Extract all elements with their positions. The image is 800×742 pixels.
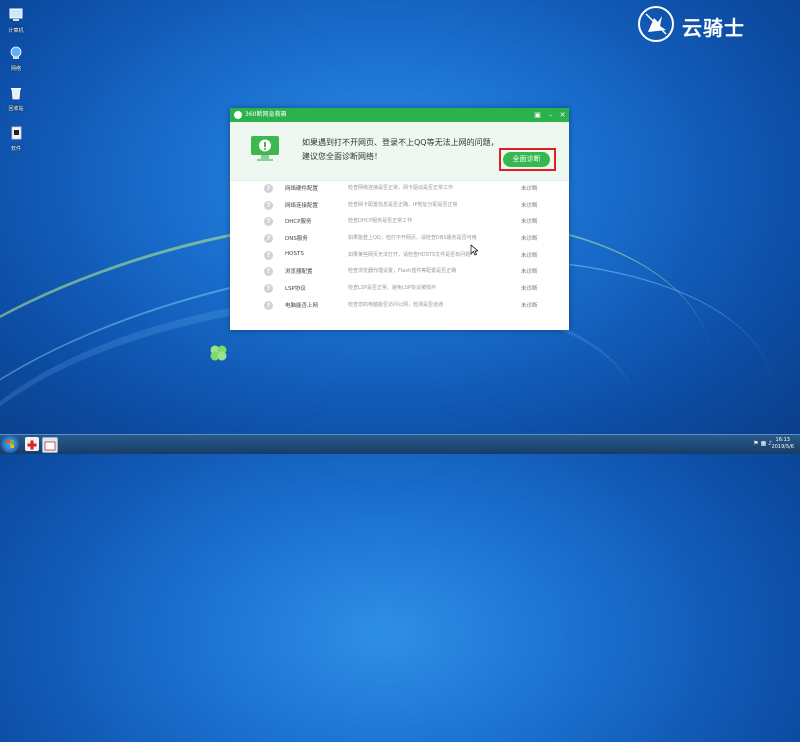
close-button[interactable]: ✕: [557, 109, 568, 121]
item-description: 如果某些网页无法打开，请检查HOSTS文件是否有问题: [348, 251, 471, 258]
item-name: HOSTS: [285, 250, 304, 257]
desktop-icon-label: 软件: [10, 146, 21, 152]
desktop-icon-label: 网络: [10, 66, 21, 72]
list-item: ? DNS服务 如果能登上QQ，但打不开网页，请检查DNS服务是否可用 未诊断: [260, 230, 560, 247]
question-icon: ?: [264, 284, 273, 294]
item-status: 未诊断: [521, 219, 538, 226]
item-name: DNS服务: [285, 236, 308, 243]
list-item: ? 电脑能否上网 检查您的电脑能否访问公网，检测是否连通 未诊断: [260, 297, 560, 314]
item-description: 检查网络连接是否正常，网卡驱动是否正常工作: [348, 185, 454, 191]
diagnosis-list: ? 网络硬件配置 检查网络连接是否正常，网卡驱动是否正常工作 未诊断 ? 网络连…: [260, 180, 560, 314]
question-icon: ?: [264, 234, 273, 244]
app-window-icon: [44, 441, 56, 451]
watermark-text: 云骑士: [682, 16, 745, 40]
network-tray-icon: ▦: [760, 440, 767, 447]
minimize-icon: –: [548, 111, 553, 119]
recycle-bin-icon: [11, 88, 21, 100]
watermark: 云骑士: [638, 6, 798, 46]
first-aid-icon: [27, 440, 37, 450]
list-item: ? LSP协议 检查LSP是否正常，避免LSP协议被损坏 未诊断: [260, 280, 560, 297]
start-button[interactable]: [1, 435, 19, 453]
item-name: LSP协议: [285, 286, 306, 293]
chat-icon: ▣: [534, 111, 541, 119]
item-status: 未诊断: [521, 302, 538, 309]
item-description: 检查浏览器代理设置，Flash插件等配置是否正确: [348, 268, 457, 275]
network-icon: [10, 46, 22, 59]
question-icon: ?: [264, 184, 273, 193]
window-title: 360断网急救箱: [245, 111, 287, 118]
message-line: 如果遇到打不开网页、登录不上QQ等无法上网的问题，: [302, 138, 499, 147]
item-status: 未诊断: [521, 286, 538, 293]
item-status: 未诊断: [521, 252, 538, 259]
question-icon: ?: [264, 300, 273, 310]
list-item: ? HOSTS 如果某些网页无法打开，请检查HOSTS文件是否有问题 未诊断: [260, 247, 560, 264]
diagnosis-message: 如果遇到打不开网页、登录不上QQ等无法上网的问题， 建议您全面诊断网络！: [302, 136, 499, 164]
list-item: ? 网络硬件配置 检查网络连接是否正常，网卡驱动是否正常工作 未诊断: [260, 180, 560, 197]
item-name: 浏览器配置: [285, 269, 313, 276]
clock[interactable]: 16:13 2019/5/6: [772, 437, 794, 451]
item-name: 网络连接配置: [285, 202, 319, 209]
question-icon: ?: [264, 267, 273, 277]
software-icon: [11, 126, 22, 140]
computer-icon: [9, 8, 23, 21]
item-name: DHCP服务: [285, 219, 312, 226]
desktop-icon-label: 回收站: [8, 106, 24, 112]
window-titlebar[interactable]: 360断网急救箱 ▣ – ✕: [230, 108, 569, 122]
knight-logo-icon: [638, 6, 674, 42]
desktop-icon-network[interactable]: 网络: [2, 46, 30, 72]
monitor-alert-icon: [251, 136, 279, 161]
question-icon: ?: [264, 217, 273, 227]
clock-date: 2019/5/6: [771, 444, 794, 450]
list-item: ? 网络连接配置 检查网卡配置信息是否正确，IP地址分配是否正常 未诊断: [260, 197, 560, 214]
taskbar-app-first-aid[interactable]: [25, 437, 39, 451]
clock-time: 16:13: [775, 437, 790, 443]
question-icon: ?: [264, 250, 273, 260]
taskbar: ⚑ ▦ ♪ 16:13 2019/5/6: [0, 434, 800, 454]
highlight-box: [499, 148, 556, 171]
windows-logo-icon: [6, 440, 14, 448]
wallpaper-logo-icon: [210, 345, 227, 361]
item-description: 检查您的电脑能否访问公网，检测是否连通: [348, 301, 444, 308]
close-icon: ✕: [559, 111, 566, 119]
system-tray[interactable]: ⚑ ▦ ♪: [753, 440, 772, 447]
desktop-icon-software[interactable]: 软件: [2, 126, 30, 152]
item-status: 未诊断: [521, 202, 538, 209]
flag-icon: ⚑: [753, 440, 759, 447]
network-repair-window: 360断网急救箱 ▣ – ✕ 如果遇到打不开网页、登录不上QQ等无法上网的问题，…: [230, 108, 569, 330]
minimize-button[interactable]: –: [545, 109, 556, 121]
message-line: 建议您全面诊断网络！: [302, 152, 382, 161]
app-logo-icon: [234, 111, 242, 119]
item-name: 电脑能否上网: [285, 302, 319, 309]
desktop-icon-computer[interactable]: 计算机: [2, 8, 30, 34]
item-status: 未诊断: [521, 186, 538, 192]
list-item: ? 浏览器配置 检查浏览器代理设置，Flash插件等配置是否正确 未诊断: [260, 263, 560, 280]
item-name: 网络硬件配置: [285, 186, 319, 192]
item-description: 检查网卡配置信息是否正确，IP地址分配是否正常: [348, 201, 458, 208]
diagnosis-header: 如果遇到打不开网页、登录不上QQ等无法上网的问题， 建议您全面诊断网络！ 全面诊…: [230, 122, 569, 181]
item-description: 检查DHCP服务是否正常工作: [348, 218, 413, 225]
list-item: ? DHCP服务 检查DHCP服务是否正常工作 未诊断: [260, 213, 560, 230]
item-description: 如果能登上QQ，但打不开网页，请检查DNS服务是否可用: [348, 235, 477, 242]
desktop-icon-label: 计算机: [8, 28, 24, 34]
item-status: 未诊断: [521, 269, 538, 276]
taskbar-app-window[interactable]: [42, 437, 58, 453]
question-icon: ?: [264, 200, 273, 210]
feedback-button[interactable]: ▣: [532, 109, 543, 121]
mouse-cursor-icon: [470, 244, 478, 256]
item-status: 未诊断: [521, 236, 538, 243]
desktop-icon-recycle-bin[interactable]: 回收站: [2, 86, 30, 112]
item-description: 检查LSP是否正常，避免LSP协议被损坏: [348, 285, 436, 292]
